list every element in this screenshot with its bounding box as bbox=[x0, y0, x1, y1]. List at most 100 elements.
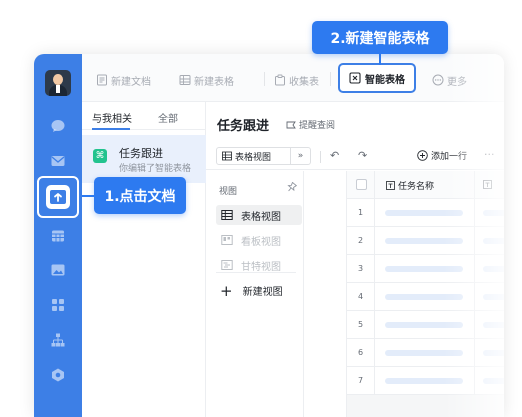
image-icon[interactable] bbox=[50, 262, 66, 278]
placeholder-bar bbox=[483, 238, 504, 244]
view-item-kanban[interactable]: 看板视图 bbox=[216, 230, 302, 250]
calendar-icon[interactable] bbox=[50, 228, 66, 244]
column-header-task-name[interactable]: 任务名称 bbox=[375, 171, 475, 199]
add-row-label: 添加一行 bbox=[431, 152, 468, 162]
doc-list-tabs: 与我相关 全部 bbox=[82, 102, 206, 130]
new-view-label: 新建视图 bbox=[242, 287, 283, 298]
form-label: 收集表 bbox=[289, 76, 319, 88]
task-name-cell[interactable] bbox=[375, 283, 475, 311]
nav-rail bbox=[34, 54, 82, 417]
pin-icon[interactable] bbox=[286, 182, 297, 193]
placeholder-bar bbox=[385, 378, 463, 384]
placeholder-bar bbox=[385, 350, 463, 356]
redo-icon[interactable]: ↷ bbox=[358, 148, 367, 164]
callout-connector bbox=[82, 195, 94, 197]
placeholder-bar bbox=[385, 266, 463, 272]
message-icon[interactable] bbox=[50, 118, 66, 134]
tab-related[interactable]: 与我相关 bbox=[92, 110, 132, 125]
form-icon bbox=[274, 74, 286, 86]
new-view-button[interactable]: + 新建视图 bbox=[220, 283, 283, 298]
next-cell[interactable] bbox=[475, 283, 504, 311]
new-sheet-button[interactable]: 新建表格 bbox=[179, 71, 234, 89]
next-cell[interactable] bbox=[475, 255, 504, 283]
drive-icon[interactable] bbox=[50, 367, 66, 383]
table-row[interactable]: 4 bbox=[347, 283, 504, 311]
views-heading: 视图 bbox=[219, 187, 238, 197]
task-name-cell[interactable] bbox=[375, 227, 475, 255]
next-cell[interactable] bbox=[475, 311, 504, 339]
task-name-cell[interactable] bbox=[375, 311, 475, 339]
mail-icon[interactable] bbox=[50, 153, 66, 169]
task-name-cell[interactable] bbox=[375, 199, 475, 227]
doc-list-item[interactable]: ⌘ 任务跟进 你编辑了智能表格 bbox=[82, 135, 206, 183]
table-row[interactable]: 6 bbox=[347, 339, 504, 367]
editor-area: 任务跟进 提醒查阅 表格视图 » ↶ ↷ 添加一行 ··· 视图 表格视图 看板… bbox=[206, 102, 504, 417]
view-select[interactable]: 表格视图 » bbox=[216, 147, 311, 165]
gantt-view-icon bbox=[221, 259, 233, 271]
row-number: 4 bbox=[347, 283, 375, 311]
plus-icon: + bbox=[220, 281, 233, 300]
text-field-icon bbox=[386, 181, 395, 190]
table-header-row: 任务名称 bbox=[347, 171, 504, 199]
form-button[interactable]: 收集表 bbox=[274, 71, 319, 89]
avatar[interactable] bbox=[45, 70, 71, 96]
doc-list-panel: 与我相关 全部 ⌘ 任务跟进 你编辑了智能表格 bbox=[82, 102, 206, 417]
row-number: 3 bbox=[347, 255, 375, 283]
task-name-cell[interactable] bbox=[375, 255, 475, 283]
task-name-cell[interactable] bbox=[375, 339, 475, 367]
placeholder-bar bbox=[483, 266, 504, 272]
apps-icon[interactable] bbox=[50, 297, 66, 313]
stage: 新建文档 新建表格 收集表 智能表格 更多 与我相关 全部 ⌘ 任务跟进 你编辑… bbox=[0, 0, 522, 417]
view-item-label: 表格视图 bbox=[241, 211, 281, 223]
table-row[interactable]: 1 bbox=[347, 199, 504, 227]
select-all-checkbox[interactable] bbox=[356, 179, 367, 190]
row-number: 1 bbox=[347, 199, 375, 227]
task-name-cell[interactable] bbox=[375, 367, 475, 395]
next-cell[interactable] bbox=[475, 367, 504, 395]
top-toolbar: 新建文档 新建表格 收集表 智能表格 更多 bbox=[82, 54, 504, 102]
view-select-label: 表格视图 bbox=[235, 152, 272, 163]
more-label: 更多 bbox=[447, 76, 467, 88]
table-row[interactable]: 2 bbox=[347, 227, 504, 255]
add-circle-icon bbox=[417, 150, 428, 161]
new-doc-icon bbox=[96, 74, 108, 86]
table-row[interactable]: 5 bbox=[347, 311, 504, 339]
undo-icon[interactable]: ↶ bbox=[330, 148, 339, 164]
next-cell[interactable] bbox=[475, 227, 504, 255]
placeholder-bar bbox=[483, 210, 504, 216]
add-row-button[interactable]: 添加一行 bbox=[417, 149, 467, 162]
next-cell[interactable] bbox=[475, 199, 504, 227]
collapse-icon[interactable]: » bbox=[290, 148, 310, 164]
rail-doc-active[interactable] bbox=[37, 176, 79, 218]
placeholder-bar bbox=[483, 294, 504, 300]
org-chart-icon[interactable] bbox=[50, 332, 66, 348]
table-row[interactable]: 7 bbox=[347, 367, 504, 395]
next-cell[interactable] bbox=[475, 339, 504, 367]
app-window: 新建文档 新建表格 收集表 智能表格 更多 与我相关 全部 ⌘ 任务跟进 你编辑… bbox=[34, 54, 504, 417]
new-sheet-label: 新建表格 bbox=[194, 76, 234, 88]
row-number: 7 bbox=[347, 367, 375, 395]
toolbar-divider bbox=[330, 72, 331, 86]
toolbar-divider bbox=[320, 151, 321, 163]
grid-view-icon bbox=[222, 151, 232, 161]
new-doc-button[interactable]: 新建文档 bbox=[96, 71, 151, 89]
new-sheet-icon bbox=[179, 74, 191, 86]
more-options-icon[interactable]: ··· bbox=[484, 148, 495, 161]
view-item-label: 甘特视图 bbox=[241, 261, 281, 273]
tab-all[interactable]: 全部 bbox=[158, 110, 178, 125]
toolbar-divider bbox=[264, 72, 265, 86]
smart-table-icon bbox=[349, 72, 361, 84]
grid-view-icon bbox=[221, 209, 233, 221]
more-button[interactable]: 更多 bbox=[432, 71, 467, 89]
view-toolbar: 表格视图 » ↶ ↷ 添加一行 ··· bbox=[206, 142, 504, 170]
placeholder-bar bbox=[385, 238, 463, 244]
placeholder-bar bbox=[483, 378, 504, 384]
flag-icon bbox=[286, 120, 296, 130]
remind-button[interactable]: 提醒查阅 bbox=[286, 118, 335, 131]
doc-title: 任务跟进 bbox=[119, 147, 163, 160]
table-row[interactable]: 3 bbox=[347, 255, 504, 283]
column-header-label: 任务名称 bbox=[398, 182, 435, 192]
smart-table-button[interactable]: 智能表格 bbox=[338, 63, 416, 93]
view-item-grid[interactable]: 表格视图 bbox=[216, 205, 302, 225]
column-header-next[interactable] bbox=[475, 171, 504, 199]
